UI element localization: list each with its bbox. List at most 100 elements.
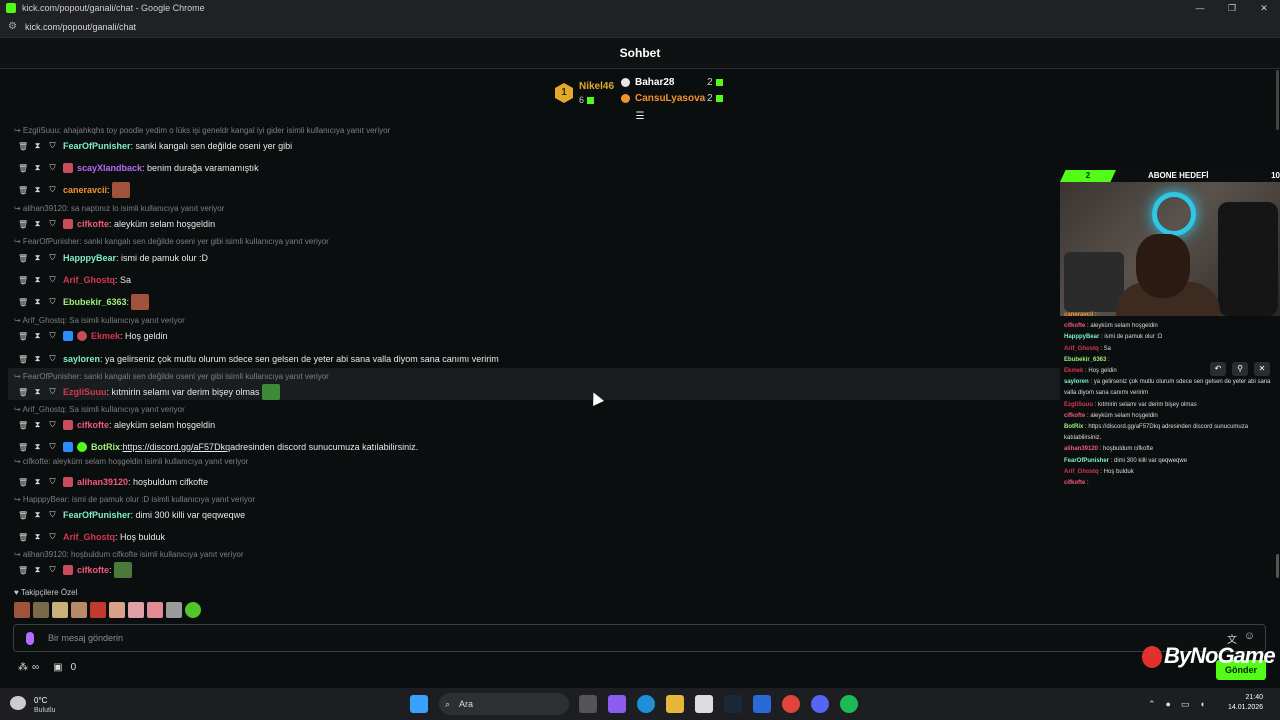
delete-message-icon[interactable]: 🗑: [18, 421, 28, 430]
delete-message-icon[interactable]: 🗑: [18, 220, 28, 229]
task-view-icon[interactable]: [579, 695, 597, 713]
timeout-icon[interactable]: ⧗: [33, 442, 42, 452]
delete-message-icon[interactable]: 🗑: [18, 511, 28, 520]
timeout-icon[interactable]: ⧗: [33, 331, 42, 341]
chat-message[interactable]: 🗑 ⧗ ⛉ alihan39120: hoşbuldum cifkofte: [18, 475, 208, 489]
timeout-icon[interactable]: ⧗: [33, 219, 42, 229]
channel-points-icon[interactable]: ⁂: [18, 662, 28, 673]
delete-message-icon[interactable]: 🗑: [18, 142, 28, 151]
chat-message[interactable]: 🗑 ⧗ ⛉ cifkofte:: [18, 562, 132, 578]
ban-shield-icon[interactable]: ⛉: [48, 163, 57, 173]
chat-username[interactable]: BotRix: [91, 442, 120, 452]
emote-button[interactable]: [14, 602, 30, 618]
discord-icon[interactable]: [811, 695, 829, 713]
gift-icon[interactable]: ▣: [53, 662, 62, 673]
volume-icon[interactable]: ◖: [1200, 699, 1205, 709]
ban-shield-icon[interactable]: ⛉: [48, 477, 57, 487]
emote-button[interactable]: [109, 602, 125, 618]
emote-image[interactable]: [261, 384, 280, 400]
ban-shield-icon[interactable]: ⛉: [48, 442, 57, 452]
emote-image[interactable]: [113, 562, 132, 578]
minimize-button[interactable]: —: [1184, 0, 1216, 16]
chat-username[interactable]: Ekmek: [91, 331, 120, 341]
chat-link[interactable]: https://discord.gg/aF57Dkq: [123, 442, 231, 452]
ban-shield-icon[interactable]: ⛉: [48, 387, 57, 397]
chat-message[interactable]: 🗑 ⧗ ⛉ scayXlandback: benim durağa varamamış…: [18, 161, 259, 175]
chat-username[interactable]: cifkofte: [77, 219, 109, 229]
mic-tray-icon[interactable]: ●: [1166, 699, 1171, 709]
chat-message[interactable]: 🗑 ⧗ ⛉ Arif_Ghostq: Hoş bulduk: [18, 530, 165, 544]
ban-shield-icon[interactable]: ⛉: [48, 510, 57, 520]
timeout-icon[interactable]: ⧗: [33, 185, 42, 195]
emote-button[interactable]: [166, 602, 182, 618]
url-text[interactable]: kick.com/popout/ganali/chat: [25, 22, 136, 32]
timeout-icon[interactable]: ⧗: [33, 477, 42, 487]
chat-message[interactable]: 🗑 ⧗ ⛉ Ekmek: Hoş geldin: [18, 329, 168, 343]
chat-message[interactable]: 🗑 ⧗ ⛉ Ebubekir_6363:: [18, 294, 150, 310]
close-button[interactable]: ✕: [1248, 0, 1280, 16]
delete-message-icon[interactable]: 🗑: [18, 254, 28, 263]
timeout-icon[interactable]: ⧗: [33, 532, 42, 542]
emote-button[interactable]: [128, 602, 144, 618]
ban-shield-icon[interactable]: ⛉: [48, 141, 57, 151]
ban-shield-icon[interactable]: ⛉: [48, 275, 57, 285]
chat-input[interactable]: Bir mesaj gönderin 文 ☺: [13, 624, 1266, 652]
leaderboard-row[interactable]: Bahar28 2: [621, 77, 731, 91]
chat-username[interactable]: Arif_Ghostq: [63, 532, 115, 542]
delete-message-icon[interactable]: 🗑: [18, 443, 28, 452]
chat-message[interactable]: 🗑 ⧗ ⛉ cifkofte: aleyküm selam hoşgeldin: [18, 418, 215, 432]
ban-shield-icon[interactable]: ⛉: [48, 354, 57, 364]
timeout-icon[interactable]: ⧗: [33, 141, 42, 151]
timeout-icon[interactable]: ⧗: [33, 163, 42, 173]
restore-button[interactable]: ❐: [1216, 0, 1248, 16]
timeout-icon[interactable]: ⧗: [33, 387, 42, 397]
emote-button[interactable]: [71, 602, 87, 618]
chat-message[interactable]: 🗑 ⧗ ⛉ caneravcii:: [18, 182, 130, 198]
copilot-icon[interactable]: [608, 695, 626, 713]
emote-button[interactable]: [52, 602, 68, 618]
delete-message-icon[interactable]: 🗑: [18, 355, 28, 364]
address-bar[interactable]: ⚙ kick.com/popout/ganali/chat: [0, 16, 1280, 38]
chat-username[interactable]: EzgliSuuu: [63, 387, 107, 397]
spotify-icon[interactable]: [840, 695, 858, 713]
weather-widget[interactable]: 0°C Bulutlu: [10, 692, 80, 716]
timeout-icon[interactable]: ⧗: [33, 510, 42, 520]
chat-username[interactable]: caneravcii: [63, 185, 107, 195]
chat-username[interactable]: FearOfPunisher: [63, 141, 131, 151]
chat-message[interactable]: 🗑 ⧗ ⛉ FearOfPunisher: sanki kangalı sen değ…: [18, 139, 292, 153]
chat-username[interactable]: HapppyBear: [63, 253, 116, 263]
file-explorer-icon[interactable]: [666, 695, 684, 713]
pin-icon[interactable]: ⚲: [1232, 362, 1248, 376]
chat-username[interactable]: cifkofte: [77, 565, 109, 575]
chat-username[interactable]: sayloren: [63, 354, 100, 364]
delete-message-icon[interactable]: 🗑: [18, 164, 28, 173]
tray-chevron-icon[interactable]: ⌃: [1148, 699, 1156, 710]
chat-scroll-track[interactable]: [1276, 70, 1279, 130]
taskbar-clock[interactable]: 21:40 14.01.2026: [1228, 693, 1263, 713]
network-icon[interactable]: ▭: [1181, 699, 1190, 710]
windows-start-icon[interactable]: [410, 695, 428, 713]
emote-button[interactable]: [33, 602, 49, 618]
leaderboard-row[interactable]: CansuLyasova 2: [621, 93, 731, 107]
emote-picker-icon[interactable]: ☺: [1244, 630, 1255, 642]
chat-message[interactable]: 🗑 ⧗ ⛉ cifkofte: aleyküm selam hoşgeldin: [18, 217, 215, 231]
delete-message-icon[interactable]: 🗑: [18, 388, 28, 397]
delete-message-icon[interactable]: 🗑: [18, 533, 28, 542]
chat-message-list[interactable]: ↪ EzgliSuuu: ahajahkqhs toy poodle yedim…: [0, 124, 1060, 584]
chat-message[interactable]: 🗑 ⧗ ⛉ FearOfPunisher: dimi 300 killi var qe…: [18, 508, 245, 522]
emote-image[interactable]: [111, 182, 130, 198]
chat-message[interactable]: 🗑 ⧗ ⛉ Arif_Ghostq: Sa: [18, 273, 131, 287]
timeout-icon[interactable]: ⧗: [33, 253, 42, 263]
emote-button[interactable]: [185, 602, 201, 618]
ban-shield-icon[interactable]: ⛉: [48, 219, 57, 229]
delete-message-icon[interactable]: 🗑: [18, 332, 28, 341]
chat-username[interactable]: alihan39120: [77, 477, 128, 487]
chat-username[interactable]: FearOfPunisher: [63, 510, 131, 520]
edge-icon[interactable]: [637, 695, 655, 713]
chat-username[interactable]: cifkofte: [77, 420, 109, 430]
chrome-icon[interactable]: [782, 695, 800, 713]
ban-shield-icon[interactable]: ⛉: [48, 565, 57, 575]
ban-shield-icon[interactable]: ⛉: [48, 420, 57, 430]
emote-image[interactable]: [131, 294, 150, 310]
timeout-icon[interactable]: ⧗: [33, 420, 42, 430]
